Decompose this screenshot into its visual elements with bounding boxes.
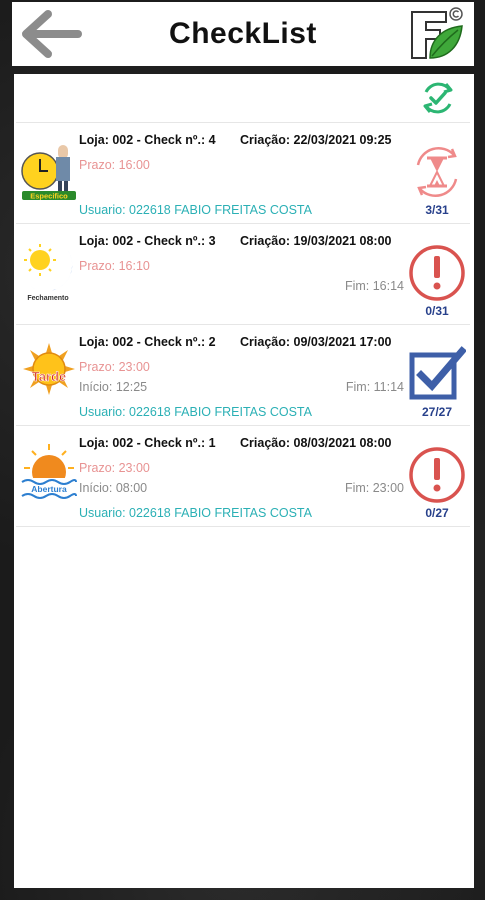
store-check-number: Loja: 002 - Check nº.: 2 xyxy=(79,335,216,349)
checklist-header: Loja: 002 - Check nº.: 2 Criação: 09/03/… xyxy=(79,335,392,349)
app-header: CheckList xyxy=(12,2,474,66)
end-time: Fim: 23:00 xyxy=(344,481,404,495)
list-divider xyxy=(16,526,470,527)
progress-count: 27/27 xyxy=(421,405,453,419)
sync-icon[interactable] xyxy=(418,78,458,118)
created-date: Criação: 09/03/2021 17:00 xyxy=(240,335,392,349)
checklist-header: Loja: 002 - Check nº.: 4 Criação: 22/03/… xyxy=(79,133,392,147)
progress-count: 0/31 xyxy=(425,304,449,318)
deadline: Prazo: 16:10 xyxy=(79,259,150,273)
store-check-number: Loja: 002 - Check nº.: 1 xyxy=(79,436,216,450)
progress-count: 3/31 xyxy=(425,203,449,217)
store-check-number: Loja: 002 - Check nº.: 4 xyxy=(79,133,216,147)
user-name: Usuario: 022618 FABIO FREITAS COSTA xyxy=(79,506,312,520)
checklist-item-3[interactable]: Fechamento Loja: 002 - Check nº.: 3 Cria… xyxy=(16,223,470,324)
tarde-icon: Tarde xyxy=(23,343,75,395)
created-date: Criação: 22/03/2021 09:25 xyxy=(240,133,392,147)
checklist-header: Loja: 002 - Check nº.: 1 Criação: 08/03/… xyxy=(79,436,392,450)
user-name: Usuario: 022618 FABIO FREITAS COSTA xyxy=(79,405,312,419)
checklist-item-4[interactable]: Especifico Loja: 002 - Check nº.: 4 Cria… xyxy=(16,122,470,223)
checklist-list: Especifico Loja: 002 - Check nº.: 4 Cria… xyxy=(16,122,470,527)
checked-box-icon xyxy=(409,346,466,400)
page-title: CheckList xyxy=(169,17,317,50)
deadline: Prazo: 23:00 xyxy=(79,360,150,374)
checklist-header: Loja: 002 - Check nº.: 3 Criação: 19/03/… xyxy=(79,234,392,248)
alert-icon xyxy=(409,447,465,503)
deadline: Prazo: 23:00 xyxy=(79,461,150,475)
svg-text:Especifico: Especifico xyxy=(30,192,68,201)
end-time: Fim: 11:14 xyxy=(345,380,404,394)
checklist-panel: Especifico Loja: 002 - Check nº.: 4 Cria… xyxy=(14,74,474,888)
user-name: Usuario: 022618 FABIO FREITAS COSTA xyxy=(79,203,312,217)
end-time: Fim: 16:14 xyxy=(344,279,404,293)
checklist-item-1[interactable]: Abertura Loja: 002 - Check nº.: 1 Criaçã… xyxy=(16,425,470,526)
fechamento-icon: Fechamento xyxy=(24,244,73,302)
start-time: Início: 12:25 xyxy=(79,380,148,394)
brand-logo-icon xyxy=(411,7,463,59)
created-date: Criação: 19/03/2021 08:00 xyxy=(240,234,392,248)
back-arrow-icon[interactable] xyxy=(18,8,82,60)
store-check-number: Loja: 002 - Check nº.: 3 xyxy=(79,234,216,248)
deadline: Prazo: 16:00 xyxy=(79,158,150,172)
svg-text:Tarde: Tarde xyxy=(32,369,66,384)
checklist-item-2[interactable]: Tarde Loja: 002 - Check nº.: 2 Criação: … xyxy=(16,324,470,425)
start-time: Início: 08:00 xyxy=(79,481,148,495)
svg-text:Abertura: Abertura xyxy=(31,484,67,494)
hourglass-icon xyxy=(416,146,458,198)
created-date: Criação: 08/03/2021 08:00 xyxy=(240,436,392,450)
svg-text:Fechamento: Fechamento xyxy=(27,295,68,302)
progress-count: 0/27 xyxy=(425,506,449,520)
abertura-icon: Abertura xyxy=(21,444,77,504)
especifico-icon: Especifico xyxy=(21,145,76,201)
alert-icon xyxy=(409,245,465,301)
